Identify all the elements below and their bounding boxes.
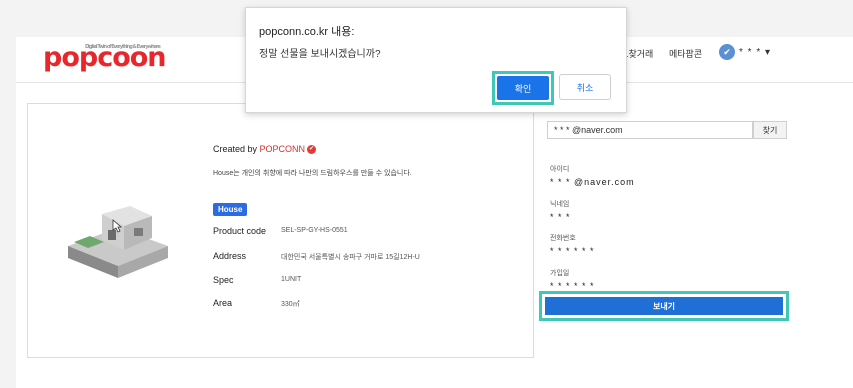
popconn-logo[interactable]: popcoon Digital Twin of Everything & Eve… — [43, 42, 167, 73]
nickname-value: * * * — [550, 212, 571, 222]
product-card: Created by POPCONN ✔ House는 개인의 취향에 따라 나만… — [27, 103, 534, 358]
recipient-email-input[interactable] — [547, 121, 753, 139]
nav-item-meta-popcorn[interactable]: 메타팝콘 — [669, 47, 702, 60]
dialog-title: popconn.co.kr 내용: — [259, 26, 355, 38]
logo-tagline: Digital Twin of Everything & Everywhere — [85, 44, 161, 50]
confirm-dialog: popconn.co.kr 내용: 정말 선물을 보내시겠습니까? 확인 취소 — [245, 7, 627, 113]
spec-row: Product code SEL-SP-GY-HS-0551 — [213, 226, 348, 236]
spec-key: Address — [213, 251, 247, 261]
spec-row: Area 330㎡ — [213, 298, 300, 309]
created-prefix: Created by — [213, 144, 260, 154]
avatar: ✔ — [719, 44, 735, 60]
find-button[interactable]: 찾기 — [753, 121, 787, 139]
id-label: 아이디 — [550, 166, 570, 173]
creator-name[interactable]: POPCONN — [260, 144, 306, 154]
nickname-label: 닉네임 — [550, 201, 570, 208]
phone-label: 전화번호 — [550, 235, 576, 242]
joined-value: * * * * * * — [550, 281, 595, 291]
recipient-panel: 찾기 아이디 * * * @naver.com 닉네임 * * * 전화번호 *… — [547, 103, 787, 383]
ok-button-highlight: 확인 — [492, 71, 554, 105]
user-name: * * * ▾ — [739, 46, 772, 58]
joined-label: 가입일 — [550, 270, 570, 277]
id-value: * * * @naver.com — [550, 177, 635, 187]
spec-row: Address 대한민국 서울특별시 송파구 거마로 15길12H-U — [213, 251, 420, 262]
dialog-message: 정말 선물을 보내시겠습니까? — [259, 49, 381, 60]
send-button-highlight: 보내기 — [539, 291, 789, 321]
category-tag: House — [213, 203, 248, 216]
phone-value: * * * * * * — [550, 246, 595, 256]
spec-value: 대한민국 서울특별시 송파구 거마로 15길12H-U — [281, 254, 420, 261]
spec-key: Spec — [213, 275, 234, 285]
verified-icon: ✔ — [307, 145, 317, 155]
spec-value: 330㎡ — [281, 301, 300, 308]
check-icon: ✔ — [723, 46, 731, 57]
spec-key: Product code — [213, 226, 267, 236]
spec-value: SEL-SP-GY-HS-0551 — [281, 227, 348, 234]
user-menu[interactable]: ✔ * * * ▾ — [719, 44, 771, 60]
spec-row: Spec 1UNIT — [213, 275, 301, 285]
send-button[interactable]: 보내기 — [545, 297, 783, 315]
cancel-button[interactable]: 취소 — [559, 74, 611, 100]
created-by: Created by POPCONN ✔ — [213, 144, 317, 155]
spec-key: Area — [213, 298, 233, 308]
house-model-image — [68, 206, 168, 278]
ok-button[interactable]: 확인 — [497, 76, 549, 100]
spec-value: 1UNIT — [281, 276, 302, 283]
product-description: House는 개인의 취향에 따라 나만의 드림하우스를 만들 수 있습니다. — [213, 170, 412, 177]
